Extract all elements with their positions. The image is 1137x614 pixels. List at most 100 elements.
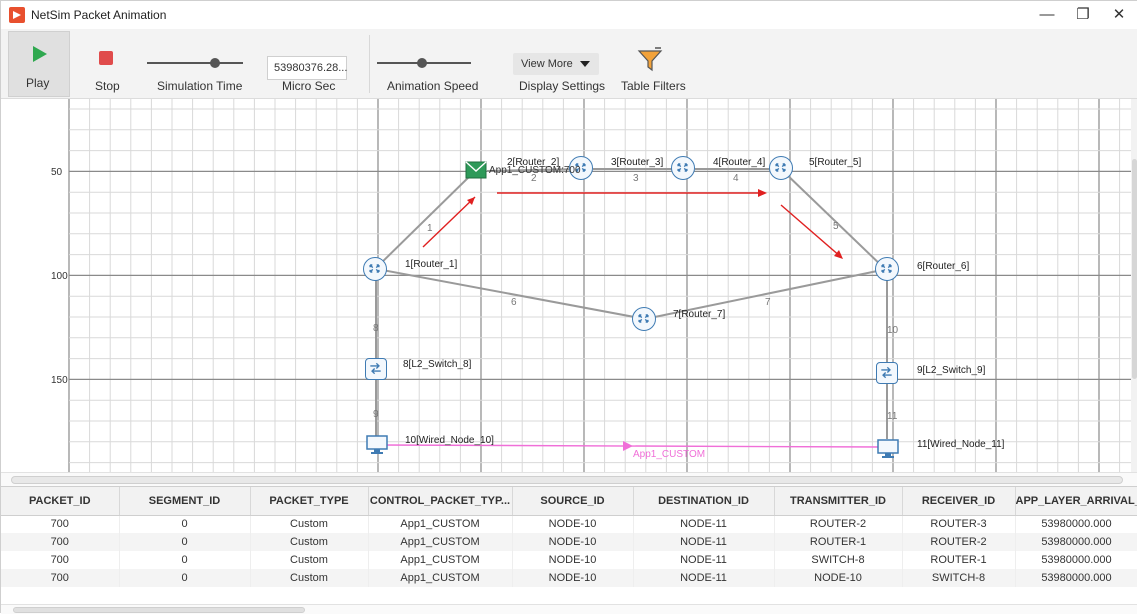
column-header[interactable]: RECEIVER_ID bbox=[902, 487, 1016, 516]
table-cell: Custom bbox=[250, 551, 369, 569]
wired-node-10-label: 10[Wired_Node_10] bbox=[405, 435, 494, 446]
column-header[interactable]: DESTINATION_ID bbox=[633, 487, 775, 516]
link-label-11: 11 bbox=[887, 411, 898, 422]
column-header[interactable]: SOURCE_ID bbox=[512, 487, 634, 516]
table-cell: 53980000.000 bbox=[1015, 533, 1137, 551]
table-cell: Custom bbox=[250, 569, 369, 587]
table-cell: ROUTER-3 bbox=[902, 515, 1016, 533]
column-header[interactable]: APP_LAYER_ARRIVAL_T... bbox=[1015, 487, 1137, 516]
table-cell: NODE-11 bbox=[633, 533, 775, 551]
table-cell: ROUTER-1 bbox=[774, 533, 903, 551]
router-1-label: 1[Router_1] bbox=[405, 259, 458, 270]
table-row[interactable]: 700 0 Custom App1_CUSTOM NODE-10 NODE-11… bbox=[1, 569, 1137, 587]
close-button[interactable]: ✕ bbox=[1101, 3, 1137, 27]
minimize-button[interactable]: — bbox=[1029, 3, 1065, 27]
link-label-5: 5 bbox=[833, 221, 839, 232]
router-6-label: 6[Router_6] bbox=[917, 261, 970, 272]
simulation-time-label: Simulation Time bbox=[157, 79, 243, 93]
column-header[interactable]: TRANSMITTER_ID bbox=[774, 487, 903, 516]
toolbar-separator bbox=[369, 35, 370, 93]
table-horizontal-scroll-thumb[interactable] bbox=[13, 607, 305, 613]
table-cell: NODE-11 bbox=[633, 569, 775, 587]
table-cell: 0 bbox=[119, 569, 251, 587]
app-flow-label: App1_CUSTOM bbox=[633, 449, 706, 460]
table-cell: NODE-11 bbox=[633, 515, 775, 533]
play-label: Play bbox=[26, 76, 50, 90]
switch-9-label: 9[L2_Switch_9] bbox=[917, 365, 986, 376]
simulation-time-slider[interactable] bbox=[147, 62, 243, 64]
y-axis-label-50: 50 bbox=[51, 167, 63, 178]
canvas-vertical-scroll-thumb[interactable] bbox=[1132, 159, 1137, 379]
table-cell: 0 bbox=[119, 551, 251, 569]
simulation-time-slider-knob[interactable] bbox=[210, 58, 221, 68]
link-label-1: 1 bbox=[427, 223, 433, 234]
stop-label[interactable]: Stop bbox=[95, 79, 120, 93]
canvas-horizontal-scrollbar[interactable] bbox=[1, 472, 1137, 486]
wired-node-11-label: 11[Wired_Node_11] bbox=[917, 439, 1005, 450]
stop-icon[interactable] bbox=[99, 51, 113, 65]
table-header-row: PACKET_ID SEGMENT_ID PACKET_TYPE CONTROL… bbox=[1, 487, 1137, 516]
table-filters-label[interactable]: Table Filters bbox=[621, 79, 686, 93]
window-title: NetSim Packet Animation bbox=[31, 8, 167, 22]
router-7-icon[interactable] bbox=[632, 307, 656, 331]
link-label-3: 3 bbox=[633, 173, 639, 184]
column-header[interactable]: PACKET_ID bbox=[1, 487, 120, 516]
restore-button[interactable]: ❐ bbox=[1065, 3, 1101, 27]
column-header[interactable]: CONTROL_PACKET_TYP... bbox=[368, 487, 513, 516]
link-label-9: 9 bbox=[373, 409, 379, 420]
router-5-icon[interactable] bbox=[769, 156, 793, 180]
wired-node-10-icon[interactable] bbox=[366, 435, 388, 455]
view-more-dropdown[interactable]: View More bbox=[513, 53, 599, 75]
table-filters-icon[interactable] bbox=[637, 47, 663, 73]
view-more-label: View More bbox=[521, 58, 573, 70]
packet-tag-label: App1_CUSTOM:700 bbox=[489, 165, 581, 176]
packet-envelope-icon[interactable] bbox=[465, 161, 487, 179]
table-cell: SWITCH-8 bbox=[902, 569, 1016, 587]
wired-node-11-icon[interactable] bbox=[877, 439, 899, 459]
table-cell: 700 bbox=[1, 533, 120, 551]
table-row[interactable]: 700 0 Custom App1_CUSTOM NODE-10 NODE-11… bbox=[1, 515, 1137, 533]
table-cell: NODE-10 bbox=[512, 551, 634, 569]
network-canvas[interactable]: 50 100 150 1 2 3 4 5 6 7 8 9 10 11 1[Rou… bbox=[1, 99, 1137, 472]
y-axis-label-100: 100 bbox=[51, 271, 68, 282]
switch-8-icon[interactable] bbox=[365, 358, 387, 380]
table-cell: 0 bbox=[119, 533, 251, 551]
play-icon bbox=[33, 46, 47, 62]
micro-sec-input[interactable]: 53980376.28... bbox=[267, 56, 347, 80]
network-graph bbox=[68, 99, 1131, 472]
table-cell: Custom bbox=[250, 533, 369, 551]
animation-speed-slider-knob[interactable] bbox=[417, 58, 428, 68]
column-header[interactable]: SEGMENT_ID bbox=[119, 487, 251, 516]
display-settings-label: Display Settings bbox=[519, 79, 606, 93]
canvas-vertical-scrollbar[interactable] bbox=[1131, 99, 1137, 472]
table-cell: SWITCH-8 bbox=[774, 551, 903, 569]
packet-arrow-1 bbox=[422, 196, 476, 248]
packet-animation-window: NetSim Packet Animation — ❐ ✕ Play Stop … bbox=[0, 0, 1137, 614]
table-cell: App1_CUSTOM bbox=[368, 551, 513, 569]
table-row[interactable]: 700 0 Custom App1_CUSTOM NODE-10 NODE-11… bbox=[1, 551, 1137, 569]
table-cell: NODE-10 bbox=[512, 515, 634, 533]
link-label-8: 8 bbox=[373, 323, 379, 334]
app-flow-arrow-head bbox=[623, 441, 633, 451]
canvas-horizontal-scroll-thumb[interactable] bbox=[11, 476, 1123, 484]
link-label-4: 4 bbox=[733, 173, 739, 184]
router-3-label: 3[Router_3] bbox=[611, 157, 664, 168]
router-4-icon[interactable] bbox=[671, 156, 695, 180]
table-cell: 0 bbox=[119, 515, 251, 533]
router-6-icon[interactable] bbox=[875, 257, 899, 281]
title-bar: NetSim Packet Animation — ❐ ✕ bbox=[1, 1, 1137, 29]
switch-9-icon[interactable] bbox=[876, 362, 898, 384]
table-row[interactable]: 700 0 Custom App1_CUSTOM NODE-10 NODE-11… bbox=[1, 533, 1137, 551]
table-cell: 53980000.000 bbox=[1015, 515, 1137, 533]
play-button[interactable]: Play bbox=[8, 31, 70, 97]
table-cell: 53980000.000 bbox=[1015, 551, 1137, 569]
animation-speed-label: Animation Speed bbox=[387, 79, 479, 93]
router-7-label: 7[Router_7] bbox=[673, 309, 726, 320]
router-1-icon[interactable] bbox=[363, 257, 387, 281]
table-cell: App1_CUSTOM bbox=[368, 569, 513, 587]
router-4-label: 4[Router_4] bbox=[713, 157, 766, 168]
animation-toolbar: Play Stop Simulation Time 53980376.28...… bbox=[1, 29, 1137, 99]
switch-8-label: 8[L2_Switch_8] bbox=[403, 359, 472, 370]
column-header[interactable]: PACKET_TYPE bbox=[250, 487, 369, 516]
router-5-label: 5[Router_5] bbox=[809, 157, 862, 168]
